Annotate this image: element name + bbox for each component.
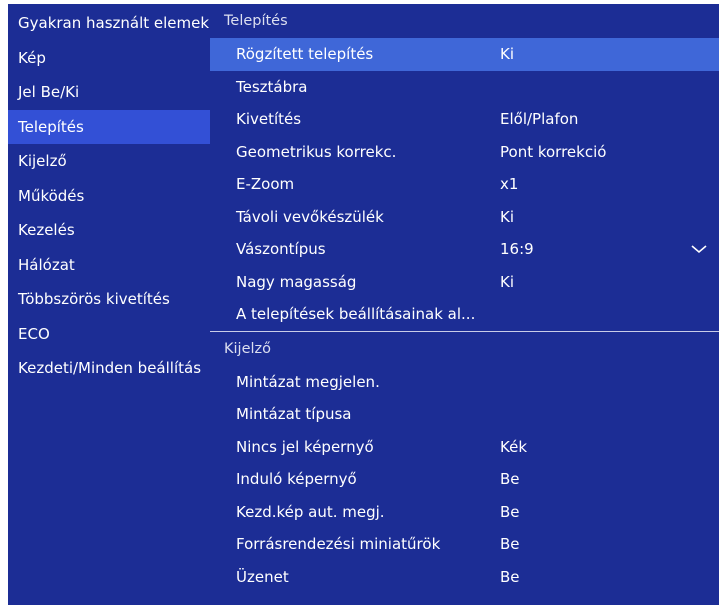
setting-name: Mintázat megjelen. <box>236 372 380 391</box>
sidebar-item-operation[interactable]: Működés <box>8 179 210 214</box>
setting-name: Kezd.kép aut. megj. <box>236 502 385 521</box>
setting-value: Elől/Plafon <box>500 110 579 128</box>
setting-row[interactable]: A telepítések beállításainak al... <box>210 298 719 331</box>
setting-name: Rögzített telepítés <box>236 45 374 63</box>
setting-row-screen-type[interactable]: Vászontípus 16:9 <box>210 233 719 266</box>
setting-name: E-Zoom <box>236 175 295 193</box>
menu-screen: Gyakran használt elemek Kép Jel Be/Ki Te… <box>8 4 719 605</box>
chevron-down-icon[interactable] <box>691 233 707 266</box>
sidebar-item-frequent[interactable]: Gyakran használt elemek <box>8 6 210 41</box>
setting-value: Ki <box>500 207 515 226</box>
setting-value: Be <box>500 502 520 521</box>
sidebar-item-network[interactable]: Hálózat <box>8 248 210 283</box>
setting-row[interactable]: Mintázat típusa <box>210 398 719 431</box>
setting-value: Ki <box>500 272 515 291</box>
sidebar-item-signal[interactable]: Jel Be/Ki <box>8 75 210 110</box>
setting-name: Tesztábra <box>236 77 308 96</box>
setting-value: 16:9 <box>500 240 534 258</box>
setting-value: Kék <box>500 437 528 456</box>
setting-name: Vászontípus <box>236 240 326 258</box>
setting-row[interactable]: Induló képernyő Be <box>210 463 719 496</box>
setting-value: x1 <box>500 175 519 193</box>
setting-value: Pont korrekció <box>500 142 607 161</box>
sidebar-item-display[interactable]: Kijelző <box>8 144 210 179</box>
setting-value: Be <box>500 470 520 488</box>
setting-row[interactable]: Üzenet Be <box>210 561 719 594</box>
setting-name: Üzenet <box>236 567 289 586</box>
setting-row[interactable]: Rögzített telepítés Ki <box>210 38 719 71</box>
setting-row[interactable]: Geometrikus korrekc. Pont korrekció <box>210 136 719 169</box>
setting-row[interactable]: Nincs jel képernyő Kék <box>210 431 719 464</box>
setting-row[interactable]: Távoli vevőkészülék Ki <box>210 201 719 234</box>
section-header-display: Kijelző <box>224 340 271 357</box>
setting-name: Távoli vevőkészülék <box>236 207 384 226</box>
setting-name: Geometrikus korrekc. <box>236 142 397 161</box>
sidebar-item-installation[interactable]: Telepítés <box>8 109 210 144</box>
setting-row[interactable]: E-Zoom x1 <box>210 168 719 201</box>
setting-row[interactable]: Tesztábra <box>210 71 719 104</box>
sidebar-item-management[interactable]: Kezelés <box>8 213 210 248</box>
setting-name: Mintázat típusa <box>236 405 352 423</box>
sidebar-item-multi-projection[interactable]: Többszörös kivetítés <box>8 282 210 317</box>
setting-value: Be <box>500 567 520 586</box>
setting-name: A telepítések beállításainak al... <box>236 305 476 323</box>
setting-row[interactable]: Mintázat megjelen. <box>210 366 719 399</box>
setting-row[interactable]: Kezd.kép aut. megj. Be <box>210 496 719 529</box>
settings-panel: Telepítés Rögzített telepítés Ki Tesztáb… <box>210 4 719 605</box>
setting-row[interactable]: Forrásrendezési miniatűrök Be <box>210 528 719 561</box>
setting-name: Nagy magasság <box>236 272 357 291</box>
setting-row[interactable]: Nagy magasság Ki <box>210 266 719 299</box>
setting-row[interactable]: Kivetítés Elől/Plafon <box>210 103 719 136</box>
setting-name: Forrásrendezési miniatűrök <box>236 535 441 553</box>
setting-value: Ki <box>500 45 515 63</box>
sidebar-item-initial-settings[interactable]: Kezdeti/Minden beállítás <box>8 351 210 386</box>
section-header-installation: Telepítés <box>224 13 288 29</box>
setting-name: Induló képernyő <box>236 470 357 488</box>
setting-name: Nincs jel képernyő <box>236 437 374 456</box>
sidebar-item-eco[interactable]: ECO <box>8 317 210 352</box>
sidebar: Gyakran használt elemek Kép Jel Be/Ki Te… <box>8 4 210 605</box>
setting-value: Be <box>500 535 520 553</box>
sidebar-item-image[interactable]: Kép <box>8 41 210 76</box>
setting-name: Kivetítés <box>236 110 302 128</box>
